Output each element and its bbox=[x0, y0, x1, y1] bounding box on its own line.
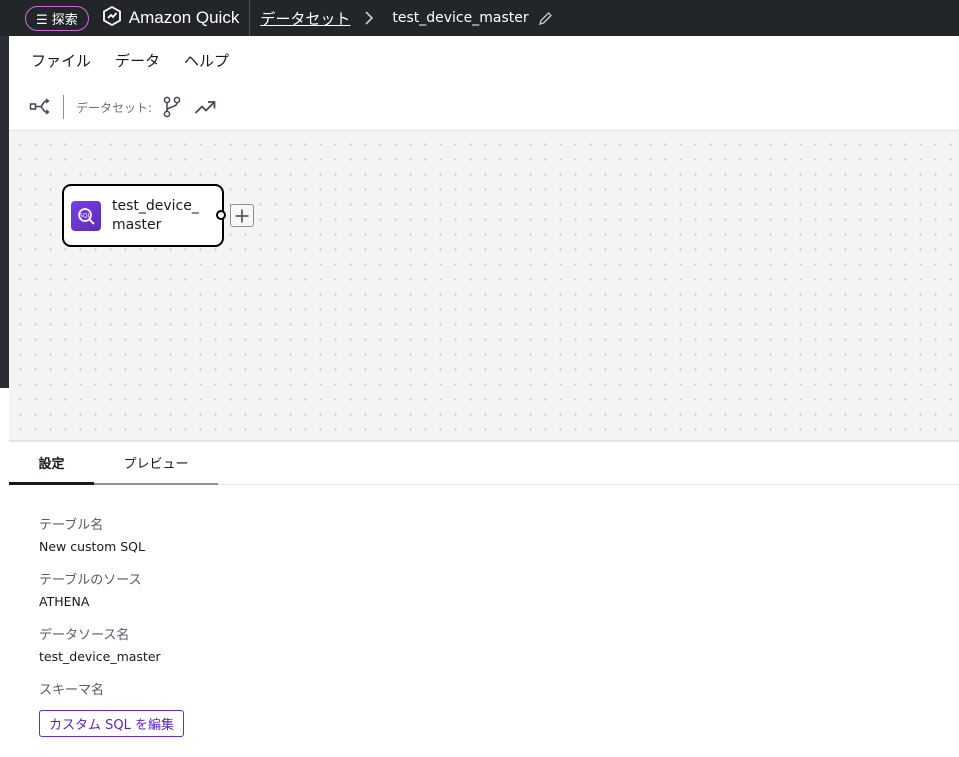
chevron-right-icon bbox=[364, 10, 374, 26]
edit-custom-sql-button[interactable]: カスタム SQL を編集 bbox=[39, 710, 184, 737]
trend-icon[interactable] bbox=[194, 98, 216, 116]
share-graph-icon[interactable] bbox=[29, 97, 51, 117]
properties-panel: 設定 プレビュー テーブル名 New custom SQL テーブルのソース A… bbox=[9, 440, 959, 757]
svg-text:SQL: SQL bbox=[79, 212, 92, 219]
field-value: test_device_master bbox=[39, 649, 161, 664]
field-label: テーブルのソース bbox=[39, 573, 142, 588]
panel-tabs: 設定 プレビュー bbox=[9, 442, 218, 485]
logo-text: Amazon Quick bbox=[128, 8, 240, 27]
plus-icon bbox=[235, 209, 249, 222]
top-navigation-bar: ☰ 探索 Amazon Quick データセット test_device_mas… bbox=[0, 0, 959, 36]
left-edge bbox=[0, 0, 9, 757]
breadcrumb-current: test_device_master bbox=[392, 10, 529, 26]
custom-sql-icon: SQL bbox=[71, 200, 101, 231]
explore-button[interactable]: ☰ 探索 bbox=[25, 5, 89, 31]
toolbar: データセット: bbox=[9, 88, 959, 126]
field-label: テーブル名 bbox=[39, 518, 104, 533]
field-schema-name: スキーマ名 bbox=[39, 679, 104, 704]
tab-settings[interactable]: 設定 bbox=[9, 442, 94, 485]
dataset-node-label: test_device_master bbox=[112, 197, 199, 233]
topbar-divider bbox=[249, 0, 251, 36]
tab-preview[interactable]: プレビュー bbox=[94, 442, 218, 485]
field-label: データソース名 bbox=[39, 628, 130, 643]
menu-help[interactable]: ヘルプ bbox=[184, 50, 229, 71]
dataset-node[interactable]: SQL test_device_master bbox=[62, 184, 224, 247]
breadcrumb-datasets-link[interactable]: データセット bbox=[260, 8, 350, 29]
field-table-source: テーブルのソース ATHENA bbox=[39, 569, 142, 609]
field-datasource-name: データソース名 test_device_master bbox=[39, 624, 161, 664]
dataset-label: データセット: bbox=[76, 100, 153, 115]
node-output-port[interactable] bbox=[216, 210, 226, 220]
branch-icon[interactable] bbox=[162, 96, 182, 118]
menu-bar: ファイル データ ヘルプ bbox=[9, 36, 959, 84]
menu-data[interactable]: データ bbox=[115, 50, 160, 71]
toolbar-divider bbox=[63, 95, 64, 119]
field-label: スキーマ名 bbox=[39, 683, 105, 698]
pencil-icon[interactable] bbox=[538, 11, 553, 26]
left-edge-dark bbox=[0, 36, 9, 388]
add-step-button[interactable] bbox=[230, 204, 254, 227]
field-value: ATHENA bbox=[39, 594, 90, 609]
data-prep-canvas[interactable]: SQL test_device_master bbox=[9, 130, 959, 440]
field-table-name: テーブル名 New custom SQL bbox=[39, 514, 145, 554]
field-value: New custom SQL bbox=[39, 539, 145, 554]
app-logo[interactable]: Amazon Quick bbox=[101, 5, 240, 31]
menu-file[interactable]: ファイル bbox=[31, 50, 91, 71]
logo-icon bbox=[101, 5, 123, 31]
tabs-underline bbox=[218, 484, 959, 485]
